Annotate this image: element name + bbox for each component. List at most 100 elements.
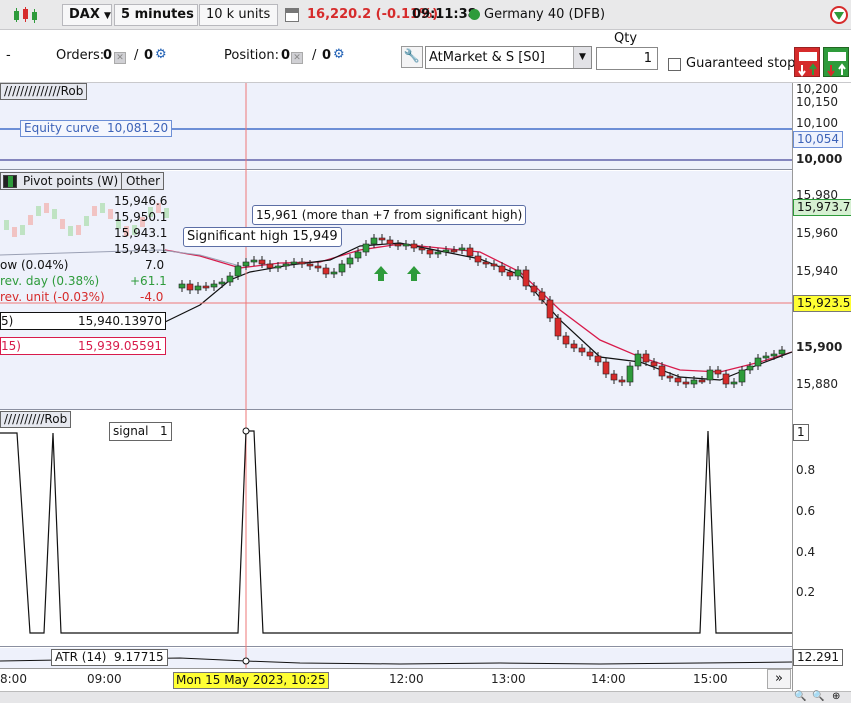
atr-value: 9.17715: [114, 650, 164, 664]
candle-body: [490, 263, 498, 267]
reset-zoom-icon[interactable]: ⊕: [832, 692, 846, 703]
candle-body: [322, 267, 330, 275]
atr-axis-marker: 12.291: [793, 649, 843, 666]
candle-body-faded: [68, 226, 73, 236]
variation-low-label: ow (0.04%): [0, 258, 69, 272]
candle-body: [562, 335, 570, 345]
orders-count: 0: [103, 48, 113, 63]
candle-body: [346, 257, 354, 265]
zoom-out-icon[interactable]: 🔍: [794, 692, 808, 703]
candle-body: [602, 361, 610, 375]
zoom-in-icon[interactable]: 🔍: [812, 692, 826, 703]
candle-body: [762, 355, 770, 359]
orders-settings-icon[interactable]: ⚙: [155, 47, 167, 62]
candle-body: [610, 373, 618, 381]
variation-day-value: +61.1: [130, 274, 167, 288]
candle-body: [746, 365, 754, 371]
candle-body: [402, 243, 410, 247]
units-label: 10 k units: [206, 7, 271, 22]
ma2-label: 15): [1, 339, 21, 353]
buy-arrow-icon: [374, 266, 388, 281]
clock-time: 09:11:38: [412, 7, 477, 22]
timeframe-selector[interactable]: 5 minutes: [114, 4, 198, 26]
signal-label: signal: [113, 424, 149, 438]
candle-body: [674, 377, 682, 383]
candle-body: [282, 263, 290, 267]
x-tick: 12:00: [389, 672, 424, 686]
candle-body: [258, 259, 266, 265]
chart-canvas: [0, 83, 792, 668]
equity-curve-value: 10,081.20: [107, 121, 169, 135]
candle-body: [770, 353, 778, 357]
candle-body-faded: [92, 206, 97, 216]
ma1-value: 15,940.13970: [78, 314, 162, 328]
equity-axis-marker: 10,054: [793, 131, 843, 148]
candle-body: [586, 351, 594, 357]
candle-body-faded: [52, 209, 57, 219]
buy-button[interactable]: [823, 47, 849, 77]
order-type-select[interactable]: AtMarket & S [S0] ▼: [425, 46, 592, 69]
wrench-icon[interactable]: 🔧: [401, 46, 423, 68]
sell-button[interactable]: [794, 47, 820, 77]
candle-body: [362, 243, 370, 253]
pivot-points-label[interactable]: Pivot points (W): [23, 173, 118, 189]
ma2-value: 15,939.05591: [78, 339, 162, 353]
pivot-level: 15,950.1: [114, 210, 168, 224]
candle-body: [474, 255, 482, 263]
pivot-level: 15,943.1: [114, 242, 168, 256]
guaranteed-stop-checkbox[interactable]: [668, 58, 681, 71]
atr-label: ATR (14): [55, 650, 107, 664]
candle-body: [194, 285, 202, 291]
position-settings-icon[interactable]: ⚙: [333, 47, 345, 62]
candle-body: [394, 243, 402, 247]
bottom-scrollbar[interactable]: [0, 691, 851, 703]
signal-pane-title[interactable]: //////////Rob: [0, 411, 72, 428]
x-tick: 8:00: [0, 672, 27, 686]
candle-body: [314, 265, 322, 269]
guaranteed-stop-label: Guaranteed stop: [686, 56, 796, 71]
other-label[interactable]: Other: [121, 173, 160, 189]
candle-body: [594, 355, 602, 363]
qty-input[interactable]: 1: [596, 47, 658, 70]
y-tick: 0.6: [796, 504, 816, 518]
candle-body: [434, 251, 442, 255]
pivot-level: 15,943.1: [114, 226, 168, 240]
x-tick: 14:00: [591, 672, 626, 686]
candle-body: [466, 247, 474, 257]
candle-body: [626, 365, 634, 383]
scroll-right-button[interactable]: »: [767, 669, 791, 689]
variation-day-label: rev. day (0.38%): [0, 274, 100, 288]
candle-body: [306, 263, 314, 267]
candle-body: [426, 249, 434, 255]
candle-body-faded: [20, 225, 25, 235]
chart-type-icon[interactable]: [12, 6, 52, 24]
units-selector[interactable]: 10 k units: [199, 4, 278, 26]
candle-body-faded: [12, 227, 17, 237]
candle-body: [514, 269, 522, 277]
equity-pane-title[interactable]: //////////////Rob: [0, 83, 88, 100]
calendar-icon[interactable]: [285, 8, 299, 22]
candle-body-faded: [100, 203, 105, 213]
candle-body: [298, 261, 306, 265]
position-label: Position:: [224, 48, 279, 63]
candle-body: [554, 317, 562, 337]
variation-low-value: 7.0: [145, 258, 165, 272]
order-dash: -: [6, 48, 11, 63]
candle-body-faded: [44, 203, 49, 213]
position-count-2: 0: [322, 48, 332, 63]
candle-body: [722, 373, 730, 385]
position-close-icon[interactable]: ✕: [291, 48, 303, 64]
alert-icon[interactable]: [828, 4, 850, 26]
candle-body: [698, 379, 706, 383]
orders-cancel-icon[interactable]: ✕: [114, 48, 126, 64]
candle-body: [226, 275, 234, 283]
candle-body: [202, 285, 210, 289]
candle-body: [330, 271, 338, 275]
candle-body: [658, 365, 666, 377]
candle-body: [730, 381, 738, 385]
symbol-selector[interactable]: DAX ▼: [62, 4, 112, 26]
current-price-marker: 15,973.7: [793, 199, 851, 216]
y-tick: 15,960: [796, 226, 838, 240]
signal-marker: [242, 427, 250, 435]
candle-body: [338, 263, 346, 273]
